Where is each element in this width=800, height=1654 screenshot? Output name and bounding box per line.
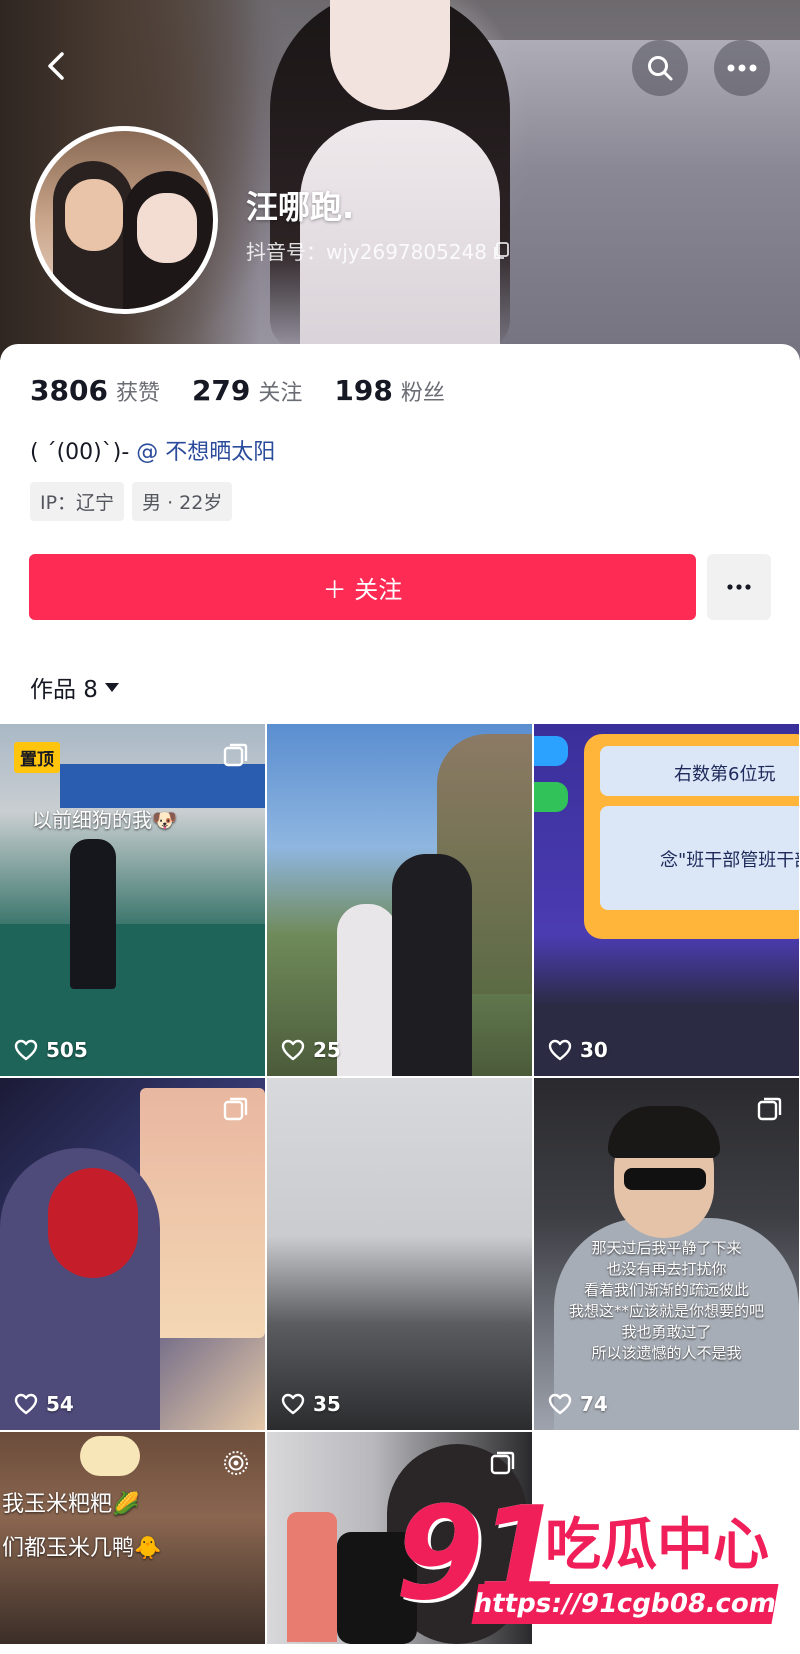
lyric-line: 那天过后我平静了下来	[591, 1239, 742, 1257]
bio-text: ( ´(00)`)-	[30, 440, 137, 465]
lyric-line: 所以该遗憾的人不是我	[591, 1344, 742, 1362]
thumbnail-chip	[534, 736, 568, 766]
like-count-value: 54	[46, 1392, 74, 1416]
follow-button[interactable]: ＋ 关注	[29, 554, 696, 620]
search-button[interactable]	[632, 40, 688, 96]
screen-text: 念"班干部管班干部	[660, 850, 799, 871]
like-count-value: 25	[313, 1038, 341, 1062]
video-lyrics: 那天过后我平静了下来 也没有再去打扰你 看着我们渐渐的疏远彼此 我想这**应该就…	[534, 1238, 799, 1364]
stat-followers[interactable]: 198 粉丝	[334, 374, 444, 407]
thumbnail-banner	[60, 764, 265, 808]
watermark-title: 吃瓜中心	[545, 1513, 769, 1578]
tab-works[interactable]: 作品 8	[30, 670, 120, 704]
video-caption: 我玉米粑粑🌽	[2, 1492, 140, 1517]
video-caption: 们都玉米几鸭🐥	[2, 1536, 162, 1561]
like-count: 505	[14, 1038, 88, 1062]
avatar-face-right	[137, 193, 197, 263]
bio-mention-link[interactable]: @ 不想晒太阳	[136, 440, 275, 465]
lyric-line: 也没有再去打扰你	[606, 1260, 727, 1278]
watermark-logo: 91 吃瓜中心 https://91cgb08.com	[395, 1480, 795, 1650]
copy-icon[interactable]	[493, 241, 509, 260]
profile-tags: IP：辽宁 男 · 22岁	[30, 482, 233, 521]
screen-text: 右数第6位玩	[674, 764, 776, 785]
stat-value: 279	[191, 374, 251, 407]
thumbnail-chip	[534, 782, 568, 812]
heart-outline-icon	[281, 1393, 305, 1415]
stats-row: 3806 获赞 279 关注 198 粉丝	[30, 374, 445, 407]
lyric-line: 看着我们渐渐的疏远彼此	[583, 1281, 749, 1299]
video-thumbnail[interactable]: 那天过后我平静了下来 也没有再去打扰你 看着我们渐渐的疏远彼此 我想这**应该就…	[534, 1078, 799, 1430]
stat-label: 关注	[258, 381, 303, 406]
like-count: 74	[548, 1392, 608, 1416]
like-count: 25	[281, 1038, 341, 1062]
heart-outline-icon	[281, 1039, 305, 1061]
video-thumbnail[interactable]: 54	[0, 1078, 265, 1430]
nickname: 汪哪跑.	[246, 188, 355, 226]
more-options-button[interactable]	[714, 40, 770, 96]
caret-down-icon	[104, 683, 119, 692]
back-button[interactable]	[36, 46, 76, 86]
video-thumbnail[interactable]: 右数第6位玩 念"班干部管班干部 30	[534, 724, 799, 1076]
thumbnail-person	[392, 854, 472, 1076]
bio: ( ´(00)`)- @ 不想晒太阳	[30, 434, 275, 466]
chevron-left-icon	[48, 52, 64, 80]
thumbnail-mask	[48, 1168, 138, 1278]
ip-location-tag: IP：辽宁	[30, 482, 125, 521]
stat-value: 198	[334, 374, 393, 407]
heart-outline-icon	[14, 1393, 38, 1415]
lyric-line: 我想这**应该就是你想要的吧	[568, 1302, 764, 1320]
video-thumbnail[interactable]: 35	[267, 1078, 532, 1430]
stat-label: 获赞	[115, 381, 160, 406]
like-count-value: 505	[46, 1038, 88, 1062]
heart-outline-icon	[548, 1039, 572, 1061]
thumbnail-bottle	[287, 1512, 337, 1642]
pinned-badge: 置顶	[14, 742, 60, 773]
video-caption: 以前细狗的我🐶	[32, 808, 177, 832]
more-horizontal-icon	[727, 64, 757, 72]
video-thumbnail[interactable]: 25	[267, 724, 532, 1076]
lyric-line: 我也勇敢过了	[621, 1323, 712, 1341]
avatar-face-left	[65, 179, 123, 251]
douyin-id-text: 抖音号：wjy2697805248	[246, 240, 487, 264]
search-icon	[648, 56, 673, 81]
heart-outline-icon	[548, 1393, 572, 1415]
thumbnail-person	[337, 904, 397, 1076]
live-photo-icon	[224, 1451, 248, 1475]
like-count: 30	[548, 1038, 608, 1062]
profile-card: 3806 获赞 279 关注 198 粉丝 ( ´(00)`)- @ 不想晒太阳…	[0, 344, 800, 724]
like-count-value: 74	[580, 1392, 608, 1416]
like-count-value: 35	[313, 1392, 341, 1416]
avatar[interactable]	[30, 126, 218, 314]
tab-works-label: 作品 8	[30, 677, 98, 703]
heart-outline-icon	[14, 1039, 38, 1061]
more-horizontal-icon	[727, 584, 751, 590]
thumbnail-player	[70, 839, 116, 989]
multi-image-icon	[223, 1097, 248, 1121]
follow-more-button[interactable]	[707, 554, 771, 620]
multi-image-icon	[223, 743, 248, 767]
multi-image-icon	[490, 1451, 515, 1475]
stat-label: 粉丝	[400, 381, 445, 406]
douyin-id[interactable]: 抖音号：wjy2697805248	[246, 236, 509, 265]
thumbnail-sunglasses	[624, 1168, 706, 1190]
video-thumbnail[interactable]: 我玉米粑粑🌽 们都玉米几鸭🐥	[0, 1432, 265, 1644]
like-count: 54	[14, 1392, 74, 1416]
thumbnail-chandelier	[80, 1436, 140, 1476]
like-count: 35	[281, 1392, 341, 1416]
gender-age-tag: 男 · 22岁	[132, 482, 233, 521]
stat-value: 3806	[30, 374, 108, 407]
stat-likes[interactable]: 3806 获赞	[30, 374, 160, 407]
like-count-value: 30	[580, 1038, 608, 1062]
watermark-url: https://91cgb08.com	[471, 1584, 779, 1624]
thumbnail-hair	[608, 1106, 720, 1158]
stat-following[interactable]: 279 关注	[192, 374, 302, 407]
multi-image-icon	[757, 1097, 782, 1121]
video-thumbnail[interactable]: 置顶 以前细狗的我🐶 505	[0, 724, 265, 1076]
